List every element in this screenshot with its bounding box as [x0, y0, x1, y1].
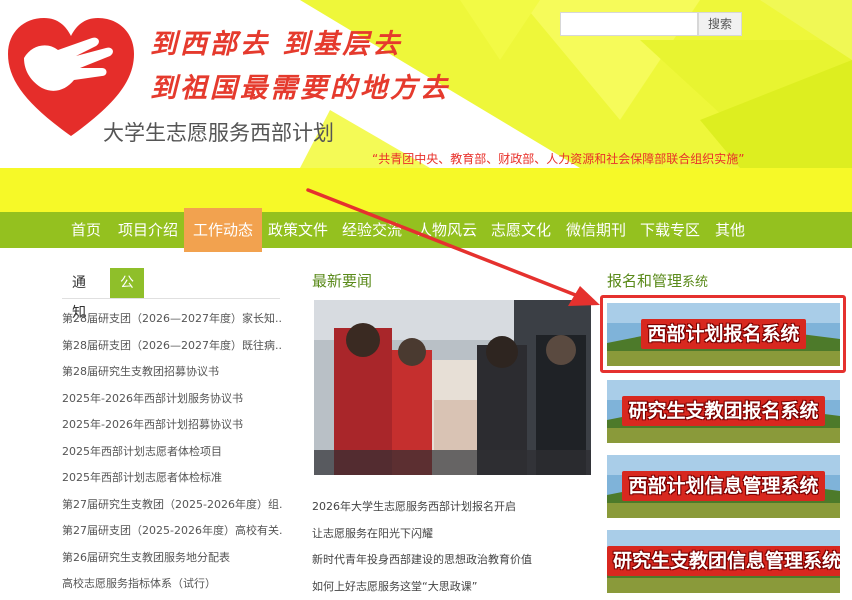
list-item[interactable]: 2026年大学生志愿服务西部计划报名开启	[312, 494, 592, 521]
systems-section-title: 报名和管理系统	[607, 270, 708, 291]
site-title: 大学生志愿服务西部计划	[103, 117, 334, 147]
nav-item-culture[interactable]: 志愿文化	[482, 212, 560, 248]
nav-item-intro[interactable]: 项目介绍	[109, 212, 187, 248]
list-item[interactable]: 让志愿服务在阳光下闪耀	[312, 521, 592, 548]
systems-title-main: 报名和管理	[607, 272, 682, 290]
nav-item-experience[interactable]: 经验交流	[333, 212, 411, 248]
list-item[interactable]: 2025年西部计划志愿者体检标准	[62, 465, 282, 492]
list-item[interactable]: 第27届研究生支教团（2025-2026年度）组...	[62, 492, 282, 519]
search-input[interactable]	[560, 12, 698, 36]
header: 到西部去 到基层去 到祖国最需要的地方去 大学生志愿服务西部计划 “共青团中央、…	[0, 0, 852, 168]
decorative-band	[0, 168, 852, 212]
list-item[interactable]: 2025年-2026年西部计划招募协议书	[62, 412, 282, 439]
news-list: 2026年大学生志愿服务西部计划报名开启 让志愿服务在阳光下闪耀 新时代青年投身…	[312, 494, 592, 600]
list-item[interactable]: 2025年西部计划志愿者体检项目	[62, 439, 282, 466]
nav-item-download[interactable]: 下载专区	[631, 212, 709, 248]
list-item[interactable]: 第28届研支团（2026—2027年度）既往病...	[62, 333, 282, 360]
nav-item-wechat[interactable]: 微信期刊	[557, 212, 635, 248]
slogan-line-2: 到祖国最需要的地方去	[150, 66, 450, 105]
slogan-line-1: 到西部去 到基层去	[150, 22, 402, 61]
tab-announcement[interactable]: 公告	[110, 268, 144, 298]
list-item[interactable]: 第28届研究生支教团招募协议书	[62, 359, 282, 386]
banner-label: 研究生支教团信息管理系统	[607, 530, 840, 593]
banner-grad-registration[interactable]: 研究生支教团报名系统	[607, 380, 840, 443]
nav-item-work-news[interactable]: 工作动态	[184, 208, 262, 252]
banner-label: 研究生支教团报名系统	[607, 380, 840, 443]
banner-grad-management[interactable]: 研究生支教团信息管理系统	[607, 530, 840, 593]
news-photo[interactable]	[314, 300, 591, 475]
banner-label: 西部计划信息管理系统	[607, 455, 840, 518]
organizers-text: “共青团中央、教育部、财政部、人力资源和社会保障部联合组织实施”	[372, 150, 744, 167]
tab-notice[interactable]: 通知	[62, 268, 96, 298]
nav-item-people[interactable]: 人物风云	[408, 212, 486, 248]
tab-divider	[62, 298, 280, 299]
main-nav: 首页 项目介绍 工作动态 政策文件 经验交流 人物风云 志愿文化 微信期刊 下载…	[0, 212, 852, 248]
news-section-title: 最新要闻	[312, 270, 372, 291]
list-item[interactable]: 如何上好志愿服务这堂“大思政课”	[312, 574, 592, 600]
list-item[interactable]: 新时代青年投身西部建设的思想政治教育价值	[312, 547, 592, 574]
banner-western-management[interactable]: 西部计划信息管理系统	[607, 455, 840, 518]
systems-title-tail: 系统	[682, 275, 708, 290]
nav-item-other[interactable]: 其他	[706, 212, 754, 248]
list-item[interactable]: 第27届研支团（2025-2026年度）高校有关...	[62, 518, 282, 545]
nav-item-home[interactable]: 首页	[62, 212, 110, 248]
list-item[interactable]: 第26届研究生支教团服务地分配表	[62, 545, 282, 572]
list-item[interactable]: 高校志愿服务指标体系（试行）	[62, 571, 282, 598]
list-item[interactable]: 第28届研支团（2026—2027年度）家长知...	[62, 306, 282, 333]
highlight-box	[600, 295, 846, 373]
nav-item-policy[interactable]: 政策文件	[259, 212, 337, 248]
search-button[interactable]: 搜索	[698, 12, 742, 36]
list-item[interactable]: 2025年-2026年西部计划服务协议书	[62, 386, 282, 413]
notice-list: 第28届研支团（2026—2027年度）家长知... 第28届研支团（2026—…	[62, 306, 282, 598]
